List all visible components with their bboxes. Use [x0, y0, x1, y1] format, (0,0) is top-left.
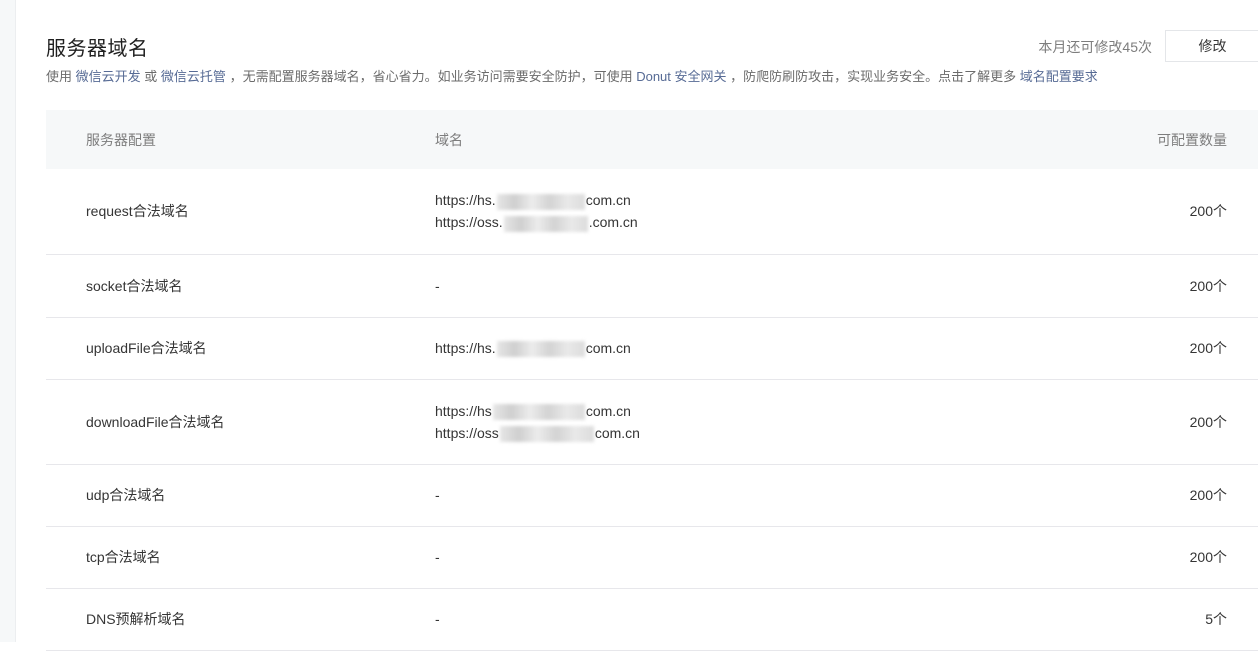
desc-text-4: ，防爬防刷防攻击，实现业务安全。点击了解更多 [730, 69, 1017, 84]
domain-entry: https://oss com.cn [435, 424, 640, 442]
row-domains-empty: - [435, 277, 440, 294]
table-row: DNS预解析域名 - 5个 [46, 588, 1258, 650]
table-row: uploadFile合法域名 https://hs. com.cn 200个 [46, 317, 1258, 379]
row-config-name: DNS预解析域名 [86, 611, 186, 627]
row-config-name: downloadFile合法域名 [86, 413, 225, 430]
row-count: 5个 [1205, 611, 1227, 627]
table-row: socket合法域名 - 200个 [46, 254, 1258, 317]
row-domains: https://hs. com.cn [435, 317, 1035, 379]
header-count: 可配置数量 [1157, 131, 1227, 148]
row-config-name: request合法域名 [86, 203, 189, 220]
link-cloud-hosting[interactable]: 微信云托管 [161, 69, 226, 84]
redacted-mask [496, 193, 585, 210]
row-domains: https://hs. com.cn https://oss. .com.cn [435, 169, 1035, 254]
desc-text-3: ，无需配置服务器域名，省心省力。如业务访问需要安全防护，可使用 [229, 69, 633, 84]
link-cloud-development[interactable]: 微信云开发 [76, 69, 141, 84]
row-count: 200个 [1189, 340, 1227, 356]
header-domain: 域名 [435, 131, 463, 148]
row-config-name: uploadFile合法域名 [86, 340, 207, 356]
row-domains: https://hs com.cn https://oss com.cn [435, 379, 1035, 464]
domain-entry: https://hs com.cn [435, 402, 631, 420]
row-count: 200个 [1189, 413, 1227, 430]
redacted-mask [503, 215, 588, 232]
domain-entry: https://oss. .com.cn [435, 214, 638, 232]
desc-text-1: 使用 [46, 69, 73, 84]
table-row: request合法域名 https://hs. com.cn https://os… [46, 169, 1258, 254]
row-domains-empty: - [435, 611, 440, 627]
desc-text-2: 或 [144, 69, 158, 84]
page-title: 服务器域名 [46, 38, 149, 60]
header-config: 服务器配置 [86, 131, 156, 148]
row-domains-empty: - [435, 487, 440, 503]
domain-entry: https://hs. com.cn [435, 192, 631, 210]
row-count: 200个 [1189, 487, 1227, 503]
row-domains-empty: - [435, 549, 440, 565]
table-row: downloadFile合法域名 https://hs com.cn https:… [46, 379, 1258, 464]
redacted-mask [496, 341, 585, 358]
row-config-name: udp合法域名 [86, 487, 166, 503]
row-count: 200个 [1189, 549, 1227, 565]
left-rail [0, 0, 16, 642]
domain-entry: https://hs. com.cn [435, 340, 631, 358]
row-config-name: socket合法域名 [86, 277, 183, 294]
link-domain-requirements[interactable]: 域名配置要求 [1020, 69, 1098, 84]
table-header-row: 服务器配置 域名 可配置数量 [46, 110, 1258, 169]
redacted-mask [492, 403, 585, 420]
server-domain-panel: 服务器域名 本月还可修改45次 修改 使用 微信云开发 或 微信云托管 ，无需配… [16, 0, 1258, 650]
edit-button[interactable]: 修改 [1165, 30, 1258, 62]
redacted-mask [499, 425, 594, 442]
row-config-name: tcp合法域名 [86, 549, 161, 565]
table-row: udp合法域名 - 200个 [46, 464, 1258, 526]
domain-table: 服务器配置 域名 可配置数量 request合法域名 https://hs. co… [46, 110, 1258, 651]
link-donut-gateway[interactable]: Donut 安全网关 [636, 69, 726, 84]
row-count: 200个 [1189, 203, 1227, 220]
table-row: tcp合法域名 - 200个 [46, 526, 1258, 588]
modify-quota-text: 本月还可修改45次 [1038, 39, 1152, 55]
description: 使用 微信云开发 或 微信云托管 ，无需配置服务器域名，省心省力。如业务访问需要… [46, 66, 1098, 85]
row-count: 200个 [1189, 277, 1227, 294]
